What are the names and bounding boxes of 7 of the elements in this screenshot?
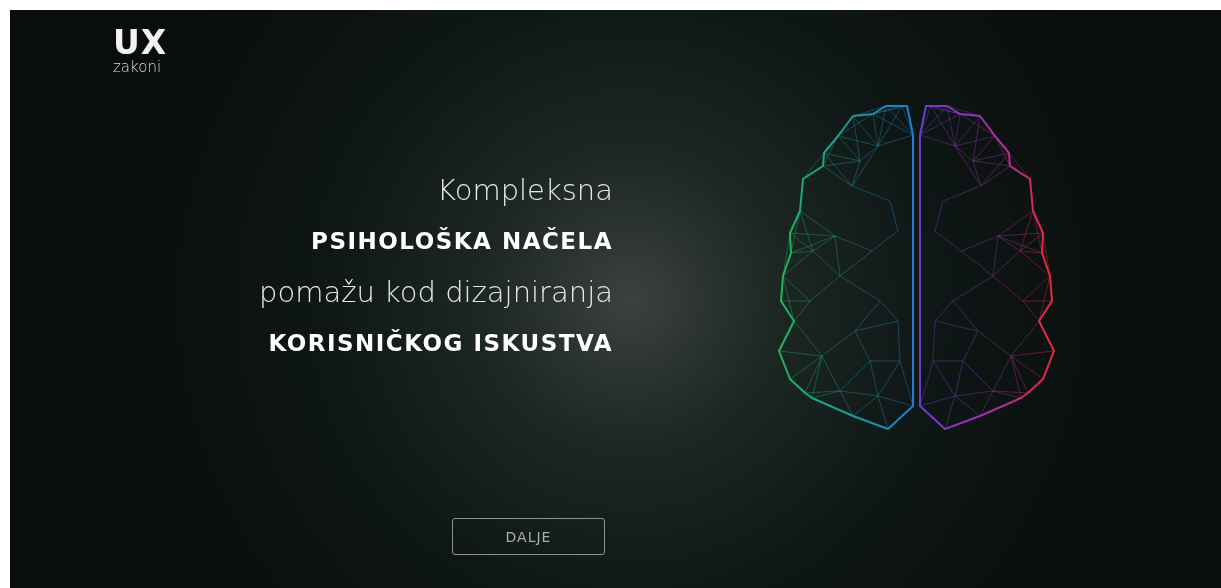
logo-mark: UX	[113, 26, 168, 59]
next-button[interactable]: DALJE	[452, 518, 605, 555]
headline-line: pomažu kod dizajniranja	[259, 275, 613, 310]
headline-line: KORISNIČKOG ISKUSTVA	[268, 328, 613, 358]
logo-caption: zakoni	[113, 59, 162, 75]
headline-line: Kompleksna	[437, 173, 613, 208]
headline-line: PSIHOLOŠKA NAČELA	[311, 226, 613, 256]
